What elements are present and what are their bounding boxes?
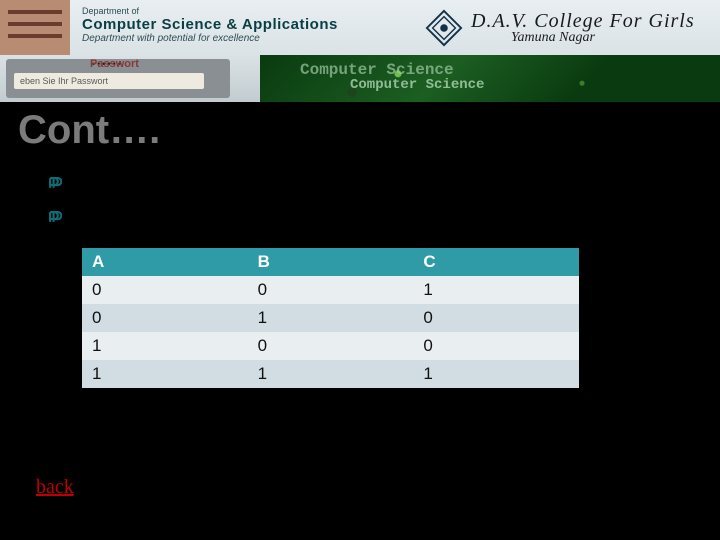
truth-table: A B C 0 0 1 0 1 0 1 0 0 1 1 1: [82, 248, 579, 388]
cell: 0: [413, 304, 579, 332]
table-row: 1 1 1: [82, 360, 579, 388]
building-photo: [0, 0, 70, 55]
college-logo-icon: [425, 9, 463, 47]
cell: 1: [82, 332, 248, 360]
cell: 0: [248, 276, 414, 304]
pcb-text-2: Computer Science: [350, 77, 484, 93]
cell: 0: [248, 332, 414, 360]
col-a: A: [82, 248, 248, 276]
table-header-row: A B C: [82, 248, 579, 276]
table-row: 0 1 0: [82, 304, 579, 332]
col-b: B: [248, 248, 414, 276]
department-block: Department of Computer Science & Applica…: [70, 0, 425, 55]
cell: 1: [413, 276, 579, 304]
banner-bottom: •••••• eben Sie Ihr Passwort Computer Sc…: [0, 55, 720, 102]
cell: 1: [413, 360, 579, 388]
table-row: 1 0 0: [82, 332, 579, 360]
table-row: 0 0 1: [82, 276, 579, 304]
cell: 1: [82, 360, 248, 388]
dept-title: Computer Science & Applications: [82, 16, 415, 33]
cell: 1: [248, 304, 414, 332]
password-graphic: •••••• eben Sie Ihr Passwort: [0, 55, 260, 102]
cell: 0: [82, 304, 248, 332]
cell: 0: [82, 276, 248, 304]
page-title: Cont….: [18, 108, 160, 153]
bullet-icon: [48, 210, 62, 224]
header-banner: Department of Computer Science & Applica…: [0, 0, 720, 102]
cell: 0: [413, 332, 579, 360]
cell: 1: [248, 360, 414, 388]
col-c: C: [413, 248, 579, 276]
bullet-icon: [48, 176, 62, 190]
dept-tagline: Department with potential for excellence: [82, 33, 415, 44]
banner-top: Department of Computer Science & Applica…: [0, 0, 720, 55]
password-hint: eben Sie Ihr Passwort: [14, 73, 204, 89]
circuit-board-graphic: Computer Science Computer Science: [260, 55, 720, 102]
password-dots: ••••••: [92, 60, 123, 69]
back-link[interactable]: back: [36, 476, 74, 499]
college-block: D.A.V. College For Girls Yamuna Nagar: [425, 0, 720, 55]
dept-pretitle: Department of: [82, 6, 415, 16]
